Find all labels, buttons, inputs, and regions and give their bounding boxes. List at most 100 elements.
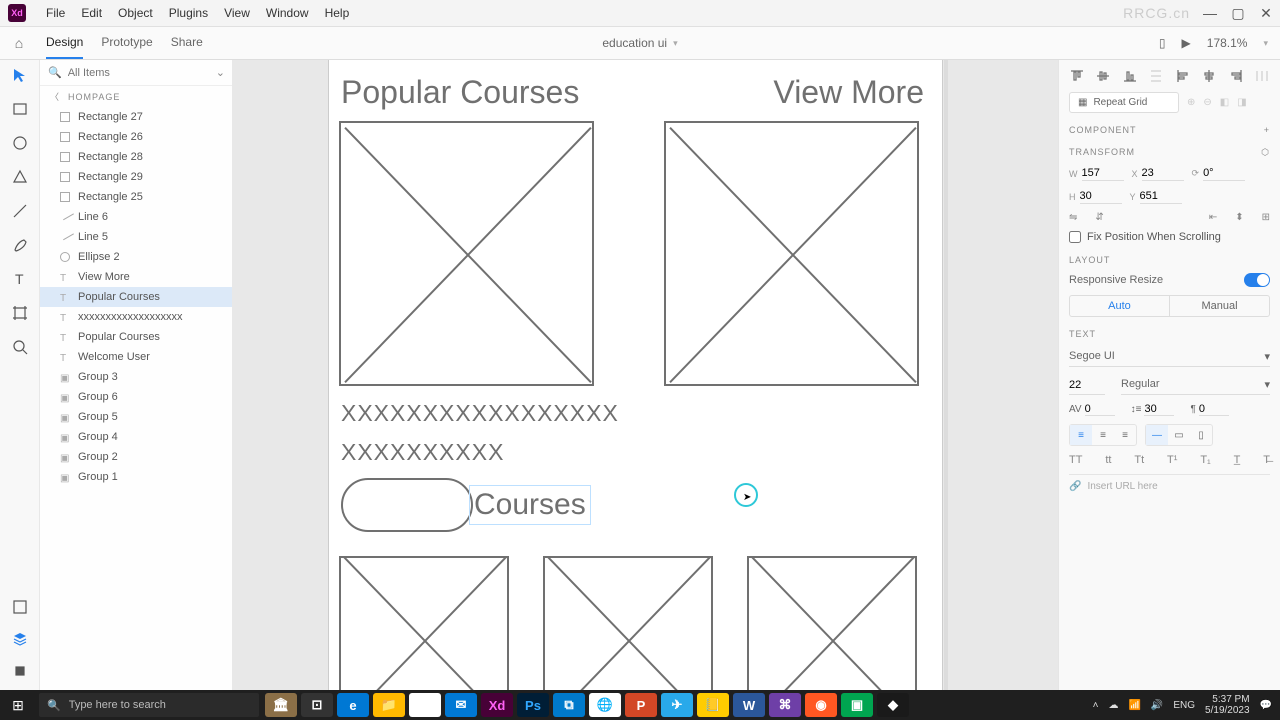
taskbar-app[interactable]: Ps [517, 693, 549, 717]
subtract-icon[interactable]: ⊖ [1203, 97, 1211, 108]
menu-object[interactable]: Object [110, 6, 161, 20]
notifications-icon[interactable]: 💬 [1260, 700, 1272, 711]
libraries-icon[interactable] [11, 598, 29, 616]
minimize-button[interactable]: — [1196, 5, 1224, 21]
layer-item[interactable]: Popular Courses [40, 327, 232, 347]
align-bottom-icon[interactable] [1122, 68, 1138, 84]
image-placeholder[interactable] [664, 121, 919, 386]
taskbar-app[interactable]: P [625, 693, 657, 717]
menu-edit[interactable]: Edit [73, 6, 110, 20]
taskbar-app[interactable]: ✉ [445, 693, 477, 717]
uppercase-icon[interactable]: TT [1069, 454, 1082, 466]
taskbar-app[interactable]: 📁 [373, 693, 405, 717]
taskbar-app[interactable]: ✈ [661, 693, 693, 717]
titlecase-icon[interactable]: Tt [1134, 454, 1144, 466]
layer-item[interactable]: Rectangle 26 [40, 127, 232, 147]
constrain-l-icon[interactable]: ⇤ [1209, 212, 1217, 223]
layer-item[interactable]: View More [40, 267, 232, 287]
x-input[interactable] [1142, 166, 1184, 181]
image-placeholder[interactable] [747, 556, 917, 690]
font-family-select[interactable]: Segoe UI▾ [1069, 347, 1270, 367]
distribute-v-icon[interactable] [1148, 68, 1164, 84]
menu-file[interactable]: File [38, 6, 73, 20]
layer-item[interactable]: Group 2 [40, 447, 232, 467]
taskbar-app[interactable]: ◉ [805, 693, 837, 717]
layer-item[interactable]: Group 1 [40, 467, 232, 487]
tab-share[interactable]: Share [171, 27, 203, 59]
align-left-icon[interactable] [1175, 68, 1191, 84]
polygon-tool[interactable] [11, 168, 29, 186]
tray-wifi-icon[interactable]: 📶 [1128, 700, 1140, 711]
taskbar-app[interactable]: Xd [481, 693, 513, 717]
device-preview-icon[interactable]: ▯ [1159, 36, 1166, 50]
layer-item[interactable]: Rectangle 28 [40, 147, 232, 167]
taskbar-app[interactable]: ⧉ [553, 693, 585, 717]
char-spacing-input[interactable] [1085, 403, 1115, 416]
image-placeholder[interactable] [339, 556, 509, 690]
taskbar-app[interactable]: 📒 [697, 693, 729, 717]
layer-item[interactable]: Group 3 [40, 367, 232, 387]
layer-item[interactable]: xxxxxxxxxxxxxxxxxxx [40, 307, 232, 327]
taskbar-app[interactable]: 🌐 [589, 693, 621, 717]
layer-search[interactable]: 🔍 ⌄ [40, 60, 232, 86]
strikethrough-icon[interactable]: T̶ [1263, 454, 1270, 466]
close-button[interactable]: ✕ [1252, 5, 1280, 22]
select-tool[interactable] [11, 66, 29, 84]
superscript-icon[interactable]: T¹ [1167, 454, 1177, 466]
layer-item[interactable]: Rectangle 29 [40, 167, 232, 187]
tray-lang[interactable]: ENG [1173, 700, 1195, 711]
layers-icon[interactable] [11, 630, 29, 648]
text-auto-icon[interactable]: ▯ [1190, 425, 1212, 445]
exclude-icon[interactable]: ◨ [1237, 97, 1246, 108]
menu-plugins[interactable]: Plugins [161, 6, 216, 20]
fix-scroll-checkbox[interactable]: Fix Position When Scrolling [1069, 231, 1270, 243]
artboard-surface[interactable]: Popular Courses View More XXXXXXXXXXXXXX… [328, 60, 943, 690]
url-input[interactable]: 🔗 Insert URL here [1069, 474, 1270, 492]
start-button[interactable]: ⊞ [0, 697, 36, 714]
layer-item[interactable]: Line 5 [40, 227, 232, 247]
menu-window[interactable]: Window [258, 6, 317, 20]
taskbar-app[interactable]: ⊡ [301, 693, 333, 717]
image-placeholder[interactable] [339, 121, 594, 386]
tray-volume-icon[interactable]: 🔊 [1151, 700, 1163, 711]
repeat-grid-button[interactable]: ▦ Repeat Grid [1069, 92, 1179, 113]
layer-item[interactable]: Group 4 [40, 427, 232, 447]
distribute-h-icon[interactable] [1254, 68, 1270, 84]
text-align-center-icon[interactable]: ≡ [1092, 425, 1114, 445]
align-right-icon[interactable] [1228, 68, 1244, 84]
layer-item[interactable]: Ellipse 2 [40, 247, 232, 267]
line-tool[interactable] [11, 202, 29, 220]
play-icon[interactable]: ▶ [1182, 36, 1191, 50]
underline-icon[interactable]: T̲ [1234, 454, 1241, 466]
layout-manual[interactable]: Manual [1169, 296, 1269, 316]
add-icon[interactable]: ⊕ [1187, 97, 1195, 108]
add-component-icon[interactable]: + [1264, 125, 1270, 135]
artboard-tool[interactable] [11, 304, 29, 322]
width-input[interactable] [1082, 166, 1124, 181]
taskbar-app[interactable]: W [733, 693, 765, 717]
zoom-level[interactable]: 178.1% [1207, 36, 1248, 50]
link-view-more[interactable]: View More [773, 74, 924, 111]
taskbar-app[interactable]: e [337, 693, 369, 717]
text-align-right-icon[interactable]: ≡ [1114, 425, 1136, 445]
rectangle-tool[interactable] [11, 100, 29, 118]
layer-item[interactable]: Group 6 [40, 387, 232, 407]
chevron-down-icon[interactable]: ⌄ [216, 66, 225, 79]
text-courses-selected[interactable]: Courses [469, 485, 591, 525]
image-placeholder[interactable] [543, 556, 713, 690]
line-spacing-input[interactable] [1144, 403, 1174, 416]
layer-item[interactable]: Welcome User [40, 347, 232, 367]
layout-auto[interactable]: Auto [1070, 296, 1169, 316]
tab-design[interactable]: Design [46, 27, 83, 59]
align-hcenter-icon[interactable] [1201, 68, 1217, 84]
constrain-r-icon[interactable]: ⊞ [1262, 212, 1270, 223]
plugins-icon[interactable] [11, 662, 29, 680]
subscript-icon[interactable]: T₁ [1200, 454, 1210, 466]
align-vcenter-icon[interactable] [1095, 68, 1111, 84]
menu-help[interactable]: Help [317, 6, 358, 20]
layer-item[interactable]: Popular Courses [40, 287, 232, 307]
taskbar-app[interactable]: ▣ [841, 693, 873, 717]
font-weight-select[interactable]: Regular▾ [1121, 375, 1270, 395]
three-d-icon[interactable]: ⬡ [1261, 147, 1270, 158]
placeholder-text[interactable]: XXXXXXXXXX [329, 439, 942, 466]
